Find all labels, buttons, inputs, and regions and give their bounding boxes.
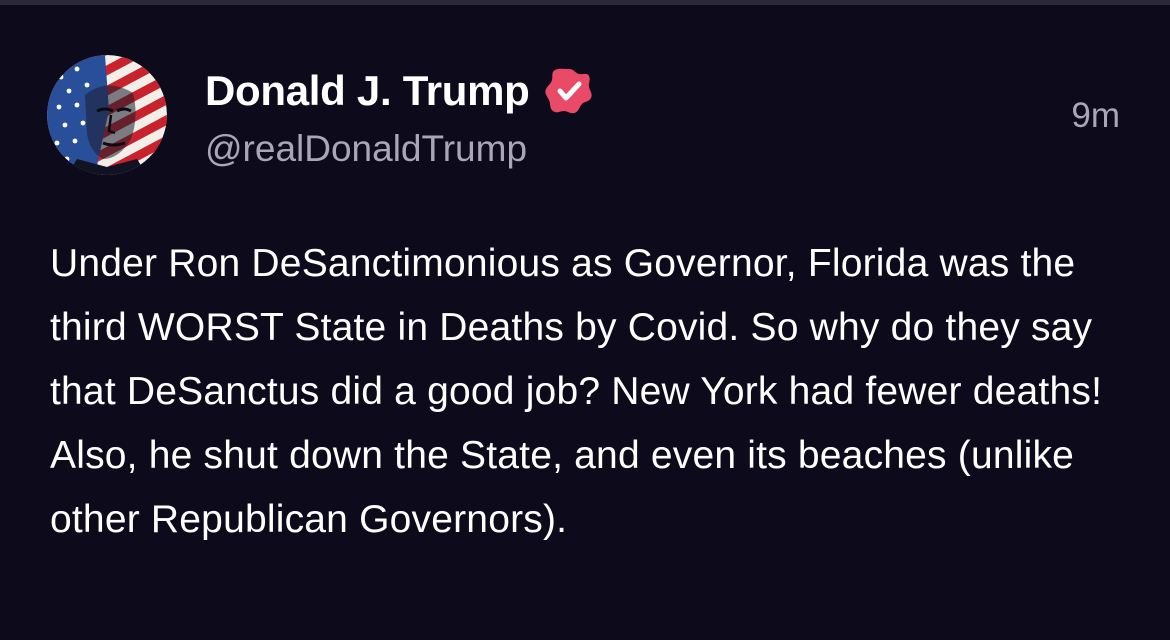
- post-card: Donald J. Trump @realDonaldTrump 9m Unde…: [0, 0, 1170, 640]
- flag-portrait-icon: [47, 55, 167, 175]
- top-divider: [0, 0, 1170, 5]
- author-name-row: Donald J. Trump: [205, 66, 594, 116]
- author-handle[interactable]: @realDonaldTrump: [205, 128, 527, 170]
- avatar[interactable]: [47, 55, 167, 175]
- post-text: Under Ron DeSanctimonious as Governor, F…: [50, 242, 1103, 541]
- author-display-name[interactable]: Donald J. Trump: [205, 67, 530, 115]
- post-timestamp[interactable]: 9m: [1071, 96, 1120, 136]
- verified-badge-icon: [544, 68, 592, 114]
